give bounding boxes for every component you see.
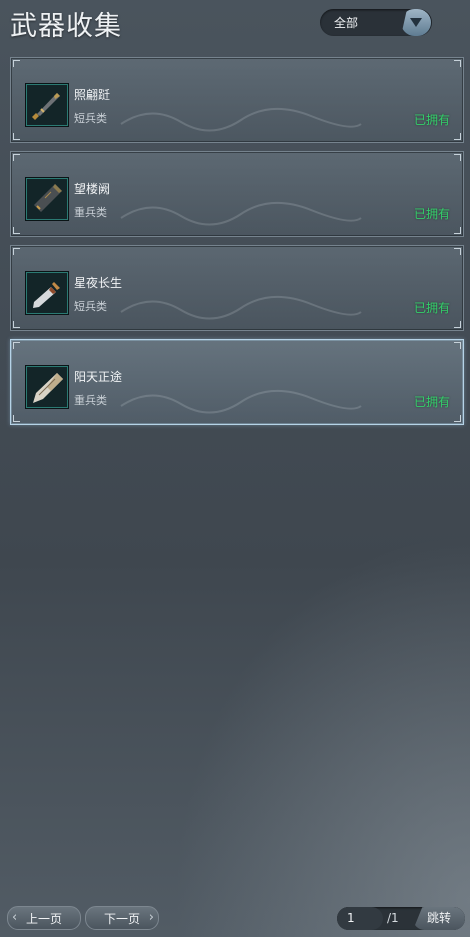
short-blade-icon (27, 85, 67, 125)
weapon-category: 短兵类 (74, 300, 107, 313)
owned-status: 已拥有 (413, 207, 450, 221)
category-filter-dropdown[interactable]: 全部 (320, 9, 432, 36)
weapon-name: 照翩跹 (74, 88, 111, 102)
next-page-label: 下一页 (103, 912, 140, 926)
dropdown-toggle-button[interactable] (401, 9, 431, 36)
weapon-card[interactable]: 望楼阙 重兵类 已拥有 (10, 151, 464, 237)
weapon-icon-frame (26, 178, 68, 220)
owned-status: 已拥有 (413, 395, 450, 409)
chevron-right-icon: › (148, 910, 154, 925)
weapon-category: 短兵类 (74, 112, 107, 125)
cloud-pattern-decoration (120, 295, 362, 320)
weapon-card-selected[interactable]: 阳天正途 重兵类 已拥有 (10, 339, 464, 425)
cloud-pattern-decoration (120, 107, 362, 132)
heavy-blade-icon (27, 179, 67, 219)
page-jump-control: 1 /1 跳转 (337, 907, 465, 930)
weapon-name: 望楼阙 (74, 182, 111, 196)
owned-status: 已拥有 (413, 301, 450, 315)
broad-blade-icon (27, 367, 67, 407)
jump-button[interactable]: 跳转 (413, 907, 465, 930)
weapon-name: 星夜长生 (74, 276, 123, 290)
weapon-name: 阳天正途 (74, 370, 123, 384)
weapon-card[interactable]: 星夜长生 短兵类 已拥有 (10, 245, 464, 331)
weapon-category: 重兵类 (74, 206, 107, 219)
cloud-pattern-decoration (120, 389, 362, 414)
page-number-input[interactable]: 1 (337, 907, 383, 930)
dagger-icon (27, 273, 67, 313)
cloud-pattern-decoration (120, 201, 362, 226)
next-page-button[interactable]: 下一页 › (85, 906, 159, 930)
weapon-category: 重兵类 (74, 394, 107, 407)
weapon-list: 照翩跹 短兵类 已拥有 望楼阙 重兵类 已拥有 星夜长生 短兵类 已拥有 阳天正… (10, 57, 464, 433)
filter-selected-value: 全部 (334, 16, 359, 30)
weapon-icon-frame (26, 272, 68, 314)
total-pages: /1 (387, 911, 399, 925)
previous-page-button[interactable]: ‹ 上一页 (7, 906, 81, 930)
owned-status: 已拥有 (413, 113, 450, 127)
weapon-icon-frame (26, 84, 68, 126)
weapon-icon-frame (26, 366, 68, 408)
page-title: 武器收集 (10, 11, 122, 42)
weapon-card[interactable]: 照翩跹 短兵类 已拥有 (10, 57, 464, 143)
chevron-down-icon (410, 18, 422, 27)
previous-page-label: 上一页 (25, 912, 62, 926)
